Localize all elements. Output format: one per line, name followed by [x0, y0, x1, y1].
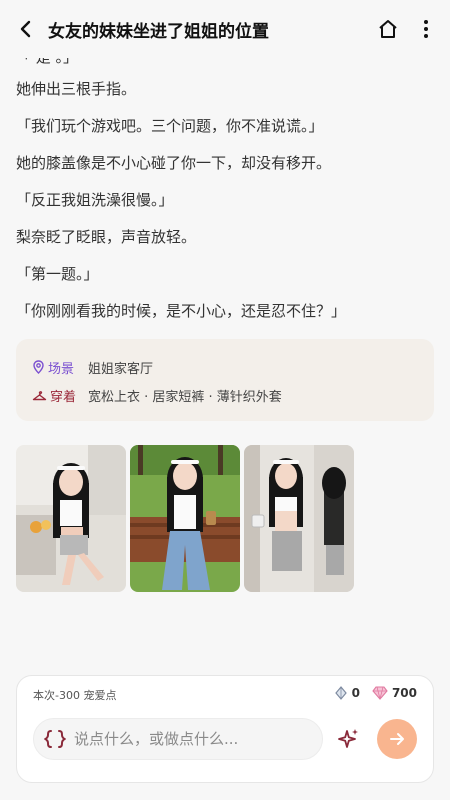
- gem-icon: [372, 686, 388, 700]
- story-line: 她伸出三根手指。: [16, 80, 137, 98]
- story-line: 「反正我姐洗澡很慢。」: [16, 191, 174, 209]
- scene-label: 场景: [48, 361, 75, 377]
- outfit-value: 宽松上衣 · 居家短裤 · 薄针织外套: [88, 389, 282, 405]
- message-input-box[interactable]: [33, 718, 323, 760]
- page-title: 女友的妹妹坐进了姐姐的位置: [48, 21, 269, 42]
- diamond-icon: [334, 686, 347, 700]
- wallet: 0 700: [334, 686, 417, 700]
- story-line: 她的膝盖像是不小心碰了你一下，却没有移开。: [16, 154, 332, 172]
- braces-icon[interactable]: [44, 729, 66, 749]
- image-gallery: [16, 445, 354, 592]
- scene-info-card: 场景 姐姐家客厅 穿着 宽松上衣 · 居家短裤 · 薄针织外套: [16, 339, 434, 421]
- top-bar: 女友的妹妹坐进了姐姐的位置: [0, 0, 450, 58]
- magic-button[interactable]: [335, 725, 363, 753]
- story-line: 「第一题。」: [16, 265, 99, 283]
- story-cut-line: 「 是 。」: [16, 58, 78, 67]
- diamond-count: 0: [351, 686, 360, 700]
- more-vertical-icon: [424, 20, 428, 38]
- story-line: 梨奈眨了眨眼，声音放轻。: [16, 228, 197, 246]
- cost-text: 本次-300 宠爱点: [33, 689, 117, 702]
- story-text: 「 是 。」 她伸出三根手指。 「我们玩个游戏吧。三个问题，你不准说谎。」 她的…: [16, 58, 436, 330]
- kitchen-photo-thumbnail[interactable]: [16, 445, 126, 592]
- message-input[interactable]: [74, 730, 309, 748]
- home-icon: [379, 20, 397, 38]
- location-pin-icon: [33, 360, 44, 374]
- composer-panel: 本次-300 宠爱点 0 700: [16, 675, 434, 783]
- story-line: 「我们玩个游戏吧。三个问题，你不准说谎。」: [16, 117, 324, 135]
- outfit-label: 穿着: [50, 389, 77, 405]
- story-line: 「你刚刚看我的时候，是不小心，还是忍不住？」: [16, 302, 347, 320]
- arrow-right-icon: [390, 733, 404, 745]
- mirror-photo-thumbnail[interactable]: [244, 445, 354, 592]
- sparkles-icon: [338, 729, 358, 748]
- scene-row: 场景 姐姐家客厅: [32, 355, 418, 379]
- scene-value: 姐姐家客厅: [88, 361, 154, 377]
- send-button[interactable]: [377, 719, 417, 759]
- more-button[interactable]: [408, 0, 444, 58]
- chevron-left-icon: [20, 20, 31, 38]
- park-bench-photo-thumbnail[interactable]: [130, 445, 240, 592]
- hanger-icon: [32, 390, 47, 400]
- gem-count: 700: [391, 686, 417, 700]
- outfit-row: 穿着 宽松上衣 · 居家短裤 · 薄针织外套: [32, 383, 418, 407]
- home-button[interactable]: [368, 0, 408, 58]
- back-button[interactable]: [4, 0, 48, 58]
